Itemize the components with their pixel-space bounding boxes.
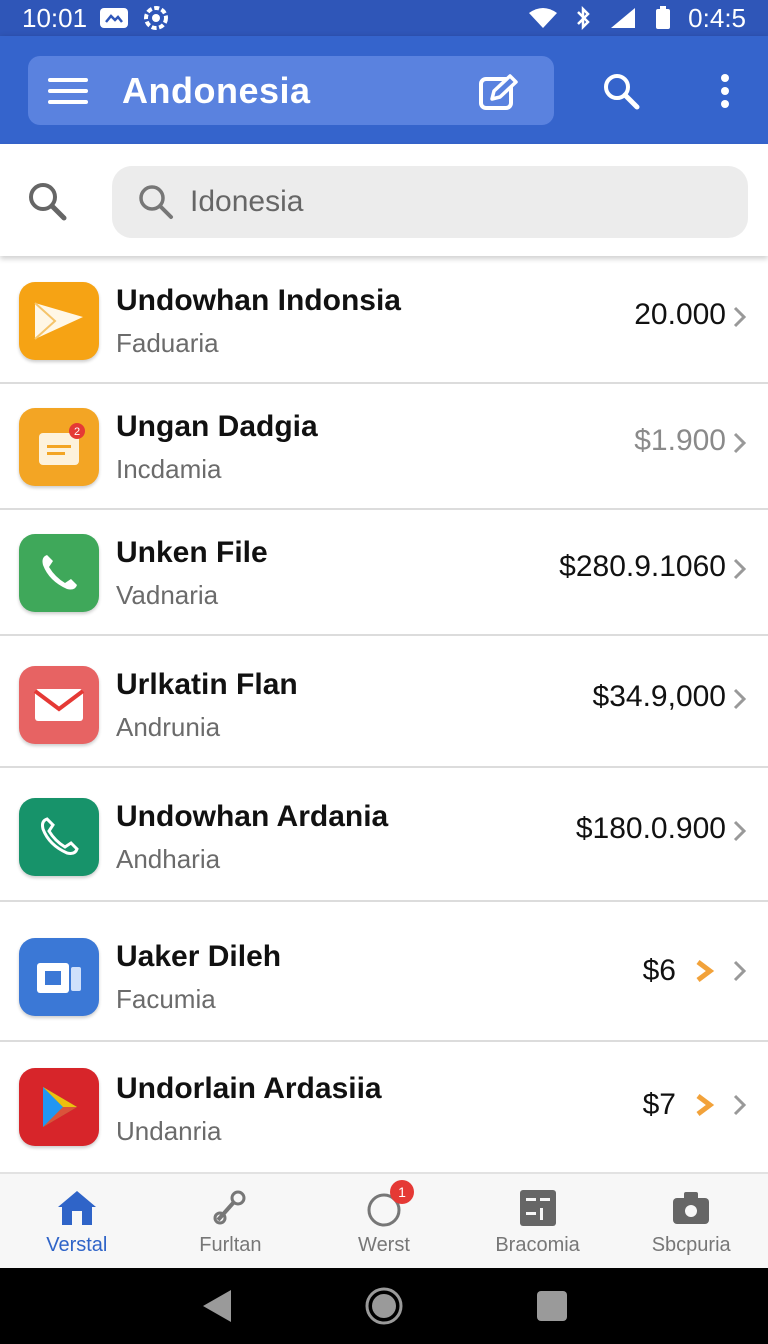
search-icon <box>29 183 67 221</box>
tab-label: Werst <box>358 1233 410 1256</box>
list-item[interactable]: Undowhan Indonsia Faduaria 20.000 <box>0 258 768 384</box>
item-subtitle: Facumia <box>116 984 216 1014</box>
item-subtitle: Andrunia <box>116 712 221 742</box>
more-vertical-icon <box>721 74 729 108</box>
search-box[interactable] <box>112 166 748 238</box>
item-title: Unken File <box>116 536 268 569</box>
item-title: Uaker Dileh <box>116 940 282 973</box>
back-button[interactable] <box>196 1286 236 1326</box>
notification-badge: 1 <box>389 1179 414 1204</box>
search-button[interactable] <box>596 66 646 116</box>
item-price: $7 <box>642 1088 676 1121</box>
chevron-right-icon <box>730 818 750 844</box>
hamburger-icon <box>48 77 88 104</box>
edit-note-icon <box>479 74 518 110</box>
item-title: Undorlain Ardasiia <box>116 1072 382 1105</box>
item-subtitle: Undanria <box>116 1116 222 1146</box>
item-subtitle: Incdamia <box>116 454 222 484</box>
tab-bracomia[interactable]: Bracomia <box>461 1174 615 1268</box>
item-subtitle: Faduaria <box>116 328 219 358</box>
bottom-navigation: Verstal Furltan 1 Werst Bracomia Sbcpuri… <box>0 1172 768 1268</box>
chevron-right-icon <box>730 1092 750 1118</box>
phone-icon <box>19 534 99 612</box>
item-price: $180.0.900 <box>575 812 726 845</box>
list-item[interactable]: Unken File Vadnaria $280.9.1060 <box>0 510 768 636</box>
system-navigation-bar <box>0 1268 768 1344</box>
tab-furltan[interactable]: Furltan <box>154 1174 308 1268</box>
chevron-right-icon <box>730 958 750 984</box>
app-bar: Andonesia <box>0 36 768 144</box>
recents-button[interactable] <box>532 1286 572 1326</box>
tab-werst[interactable]: 1 Werst <box>307 1174 461 1268</box>
play-store-icon <box>19 1068 99 1146</box>
status-clock: 0:4:5 <box>688 2 746 33</box>
files-icon <box>19 938 99 1016</box>
item-subtitle: Vadnaria <box>116 580 219 610</box>
signal-icon <box>608 6 638 30</box>
bluetooth-icon <box>568 6 598 30</box>
tab-sbcpuria[interactable]: Sbcpuria <box>614 1174 768 1268</box>
edit-button[interactable] <box>476 70 520 114</box>
chevron-right-icon <box>730 556 750 582</box>
chevron-right-icon <box>730 686 750 712</box>
item-price: $34.9,000 <box>592 680 726 713</box>
item-price: 20.000 <box>634 298 726 331</box>
item-icon-badge: 2 <box>74 426 80 438</box>
back-triangle-icon <box>203 1290 231 1322</box>
chevron-right-icon <box>730 304 750 330</box>
search-icon <box>604 74 640 110</box>
more-options-button[interactable] <box>700 66 750 116</box>
search-field-icon <box>130 176 182 228</box>
search-row <box>0 144 768 256</box>
status-time: 10:01 <box>22 2 88 33</box>
home-button[interactable] <box>364 1286 404 1326</box>
wifi-icon <box>528 6 558 30</box>
gmail-icon <box>19 666 99 744</box>
page-title: Andonesia <box>122 69 311 111</box>
app-title-pill: Andonesia <box>28 56 554 125</box>
tab-label: Furltan <box>199 1233 262 1256</box>
calculator-icon <box>516 1186 560 1230</box>
photos-notification-icon <box>99 6 129 30</box>
item-title: Undowhan Ardania <box>116 800 389 833</box>
item-subtitle: Andharia <box>116 844 221 874</box>
tools-icon <box>208 1186 252 1230</box>
file-folder-icon: 2 <box>19 408 99 486</box>
chevron-accent-icon <box>692 1092 718 1118</box>
list-item[interactable]: 2 Ungan Dadgia Incdamia $1.900 <box>0 384 768 510</box>
chevron-right-icon <box>730 430 750 456</box>
settings-notification-icon <box>141 6 171 30</box>
item-price: $6 <box>642 954 676 987</box>
phone-icon <box>19 798 99 876</box>
tab-label: Bracomia <box>495 1233 580 1256</box>
app-list: Undowhan Indonsia Faduaria 20.000 2 Unga… <box>0 258 768 1172</box>
item-price: $1.900 <box>634 424 726 457</box>
circle-icon: 1 <box>362 1179 414 1230</box>
list-item[interactable]: Undorlain Ardasiia Undanria $7 <box>0 1042 768 1172</box>
camera-icon <box>669 1186 713 1230</box>
tab-verstal[interactable]: Verstal <box>0 1174 154 1268</box>
item-title: Ungan Dadgia <box>116 410 318 443</box>
home-circle-icon <box>365 1287 403 1325</box>
mail-send-icon <box>19 282 99 360</box>
item-price: $280.9.1060 <box>559 550 726 583</box>
battery-icon <box>648 6 678 30</box>
chevron-accent-icon <box>692 958 718 984</box>
tab-label: Verstal <box>46 1233 108 1256</box>
search-input[interactable] <box>190 185 710 219</box>
item-title: Urlkatin Flan <box>116 668 298 701</box>
search-lead-button[interactable] <box>22 176 72 226</box>
recents-square-icon <box>537 1291 567 1321</box>
list-item[interactable]: Urlkatin Flan Andrunia $34.9,000 <box>0 636 768 768</box>
list-item[interactable]: Uaker Dileh Facumia $6 <box>0 902 768 1042</box>
home-icon <box>55 1186 99 1230</box>
tab-label: Sbcpuria <box>651 1233 731 1256</box>
status-bar: 10:01 0:4:5 <box>0 0 768 36</box>
menu-button[interactable] <box>28 56 108 125</box>
item-title: Undowhan Indonsia <box>116 284 401 317</box>
list-item[interactable]: Undowhan Ardania Andharia $180.0.900 <box>0 768 768 902</box>
